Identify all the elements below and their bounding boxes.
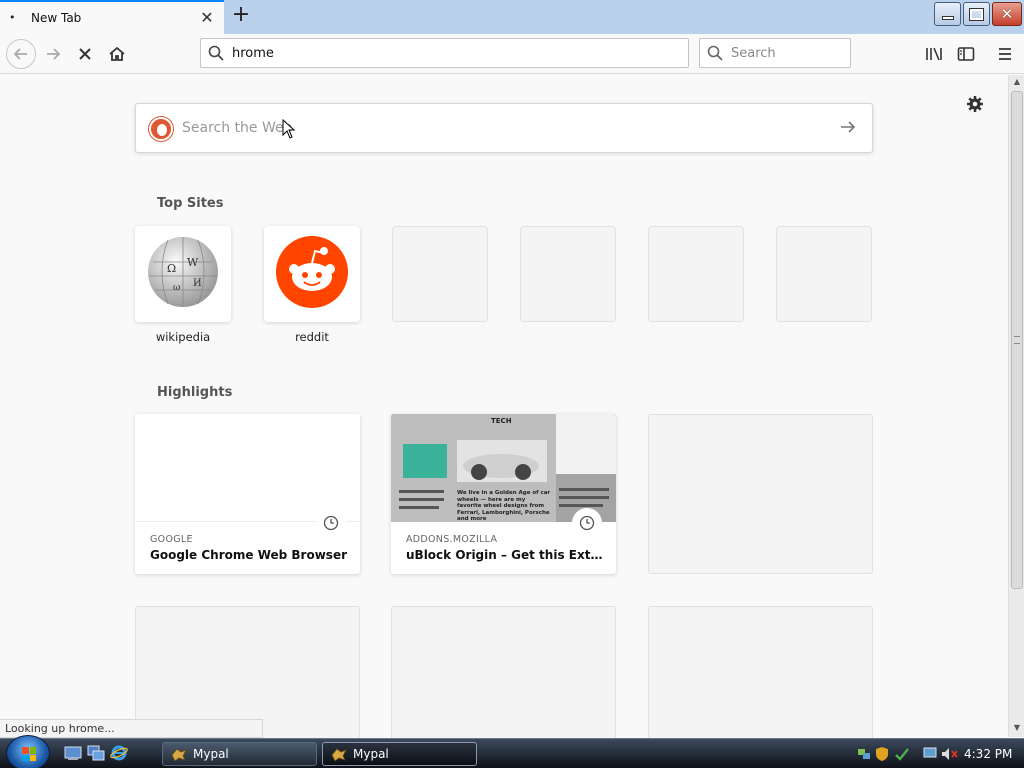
sidebar-button[interactable]: [954, 42, 978, 66]
top-site-empty: [776, 226, 872, 322]
thumb-tag: TECH: [491, 417, 512, 425]
scroll-up-arrow-icon[interactable]: ▲: [1012, 77, 1022, 89]
status-panel: Looking up hrome...: [0, 719, 263, 738]
home-icon: [109, 46, 125, 61]
search-bar[interactable]: Search: [699, 38, 851, 68]
svg-text:Ω: Ω: [167, 262, 176, 275]
system-tray: 4:32 PM: [852, 742, 1022, 766]
search-icon: [208, 45, 224, 61]
highlight-empty: [391, 606, 616, 746]
clock-icon: [316, 508, 346, 538]
top-site-reddit[interactable]: [264, 226, 360, 322]
search-icon: [707, 45, 723, 61]
scrollbar-thumb[interactable]: [1011, 91, 1023, 589]
tab-title: New Tab: [31, 11, 82, 25]
arrow-right-icon[interactable]: [838, 117, 858, 137]
menu-icon: [999, 48, 1011, 60]
taskbar-button-label: Mypal: [353, 747, 389, 761]
svg-text:ω: ω: [173, 283, 180, 293]
top-site-wikipedia[interactable]: Ω W И ω: [135, 226, 231, 322]
library-button[interactable]: [922, 42, 946, 66]
web-search-box[interactable]: Search the Web: [135, 103, 873, 153]
wikipedia-globe-icon: Ω W И ω: [148, 237, 218, 307]
mypal-app-icon: [331, 748, 347, 761]
top-site-label-wikipedia: wikipedia: [155, 330, 211, 344]
highlight-card[interactable]: TECH We live in a Golden Age of car whee…: [391, 414, 616, 574]
home-button[interactable]: [105, 42, 129, 66]
highlight-thumbnail: TECH We live in a Golden Age of car whee…: [391, 414, 616, 522]
highlight-title: uBlock Origin – Get this Extensio...: [406, 548, 606, 562]
new-tab-page: Search the Web Top Sites Ω W И ω wikiped…: [0, 75, 1008, 746]
start-button[interactable]: [6, 735, 50, 768]
top-site-empty: [392, 226, 488, 322]
highlight-title: Google Chrome Web Browser: [150, 548, 347, 562]
grip-icon: [1014, 336, 1020, 344]
close-window-button[interactable]: ✕: [992, 2, 1022, 26]
show-desktop-icon[interactable]: [64, 745, 82, 761]
top-site-empty: [648, 226, 744, 322]
highlight-card[interactable]: GOOGLE Google Chrome Web Browser: [135, 414, 360, 574]
top-site-label-reddit: reddit: [295, 330, 329, 344]
shield-tray-icon[interactable]: [875, 746, 889, 762]
highlight-source: ADDONS.MOZILLA: [406, 534, 498, 545]
duckduckgo-icon: [149, 117, 173, 141]
window-controls: ✕: [934, 2, 1022, 28]
taskbar: Mypal Mypal 4:32 PM: [0, 735, 1024, 768]
back-arrow-icon: [13, 48, 27, 60]
update-tray-icon[interactable]: [894, 746, 910, 762]
forward-arrow-icon: [47, 48, 61, 60]
svg-text:W: W: [187, 256, 199, 269]
back-button[interactable]: [6, 39, 36, 69]
tab-close-icon[interactable]: ✕: [199, 9, 215, 27]
highlights-heading: Highlights: [157, 385, 233, 400]
web-search-input[interactable]: Search the Web: [182, 120, 293, 136]
gear-icon: [967, 96, 983, 112]
switch-windows-icon[interactable]: [87, 745, 105, 761]
tab-strip: • New Tab ✕ + ✕: [0, 0, 1024, 34]
taskbar-button-mypal-active[interactable]: Mypal: [322, 742, 477, 766]
scroll-down-arrow-icon[interactable]: ▼: [1012, 723, 1022, 735]
forward-button[interactable]: [41, 42, 65, 66]
highlight-empty: [648, 414, 873, 574]
menu-button[interactable]: [993, 42, 1017, 66]
volume-muted-icon[interactable]: [940, 746, 958, 762]
settings-button[interactable]: [966, 94, 984, 118]
url-input[interactable]: hrome: [232, 46, 274, 61]
monitor-tray-icon[interactable]: [922, 746, 938, 762]
vertical-scrollbar[interactable]: ▲ ▼: [1008, 75, 1024, 737]
tab-loading-indicator: •: [9, 11, 16, 24]
clock-icon: [572, 508, 602, 538]
internet-explorer-icon[interactable]: [110, 745, 128, 761]
new-tab-button[interactable]: +: [230, 4, 252, 28]
tab-new-tab[interactable]: • New Tab ✕: [0, 0, 224, 34]
navigation-toolbar: hrome Search: [0, 34, 1024, 74]
network-tray-icon[interactable]: [856, 746, 872, 762]
mypal-app-icon: [171, 748, 187, 761]
thumb-headline: We live in a Golden Age of car wheels — …: [457, 490, 551, 520]
highlight-empty: [648, 606, 873, 746]
stop-button[interactable]: [73, 42, 97, 66]
svg-text:И: И: [193, 278, 202, 289]
minimize-button[interactable]: [934, 2, 961, 26]
stop-icon: [79, 48, 91, 60]
highlight-thumbnail: [135, 414, 360, 522]
search-input[interactable]: Search: [731, 46, 776, 61]
taskbar-button-label: Mypal: [193, 747, 229, 761]
url-bar[interactable]: hrome: [200, 38, 689, 68]
taskbar-clock[interactable]: 4:32 PM: [964, 747, 1012, 761]
mouse-cursor-icon: [282, 119, 296, 139]
top-site-empty: [520, 226, 616, 322]
windows-logo-icon: [22, 747, 36, 761]
library-icon: [926, 47, 942, 61]
reddit-logo-icon: [276, 236, 348, 308]
sidebar-icon: [957, 47, 975, 61]
taskbar-button-mypal[interactable]: Mypal: [162, 742, 317, 766]
highlight-source: GOOGLE: [150, 534, 193, 545]
maximize-button[interactable]: [963, 2, 990, 26]
top-sites-heading: Top Sites: [157, 196, 224, 211]
